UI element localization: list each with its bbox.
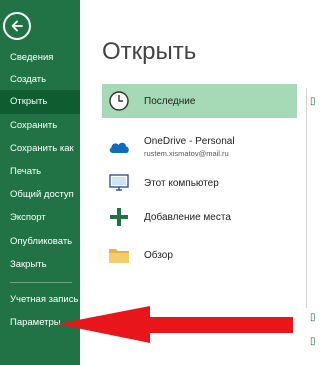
sidebar-item-save-as[interactable]: Сохранить как xyxy=(0,137,80,161)
sidebar-item-print[interactable]: Печать xyxy=(0,160,80,184)
sidebar-item-info[interactable]: Сведения xyxy=(0,46,80,70)
panel-divider xyxy=(306,88,307,308)
recent-file-icon: ▯ xyxy=(310,336,316,347)
page-title: Открыть xyxy=(102,38,197,65)
sidebar-divider xyxy=(10,282,72,283)
location-label: Добавление места xyxy=(144,211,231,223)
location-account-email: rustem.xismatov@mail.ru xyxy=(144,149,229,158)
folder-icon xyxy=(106,242,132,268)
location-label: Последние xyxy=(144,95,196,107)
cloud-icon xyxy=(106,134,132,160)
plus-icon xyxy=(106,204,132,230)
location-browse[interactable]: Обзор xyxy=(102,238,297,272)
computer-icon xyxy=(106,170,132,196)
clock-icon xyxy=(106,88,132,114)
location-this-pc[interactable]: Этот компьютер xyxy=(102,166,297,200)
sidebar-item-export[interactable]: Экспорт xyxy=(0,206,80,230)
sidebar-item-open[interactable]: Открыть xyxy=(0,90,80,114)
sidebar-item-publish[interactable]: Опубликовать xyxy=(0,230,80,254)
back-button[interactable] xyxy=(3,12,31,40)
sidebar-item-save[interactable]: Сохранить xyxy=(0,114,80,138)
sidebar-item-share[interactable]: Общий доступ xyxy=(0,183,80,207)
location-label: OneDrive - Personal xyxy=(144,136,235,147)
red-arrow-annotation xyxy=(57,306,293,343)
recent-file-icon: ▯ xyxy=(310,96,316,107)
recent-file-icon: ▯ xyxy=(310,312,316,323)
location-onedrive[interactable]: OneDrive - Personal rustem.xismatov@mail… xyxy=(102,130,297,164)
arrow-left-icon xyxy=(11,20,23,32)
location-label: Этот компьютер xyxy=(144,177,219,189)
sidebar-item-close[interactable]: Закрыть xyxy=(0,253,80,277)
location-add-place[interactable]: Добавление места xyxy=(102,200,297,234)
location-recent[interactable]: Последние xyxy=(102,84,297,118)
location-label: Обзор xyxy=(144,249,173,261)
sidebar-item-new[interactable]: Создать xyxy=(0,68,80,92)
